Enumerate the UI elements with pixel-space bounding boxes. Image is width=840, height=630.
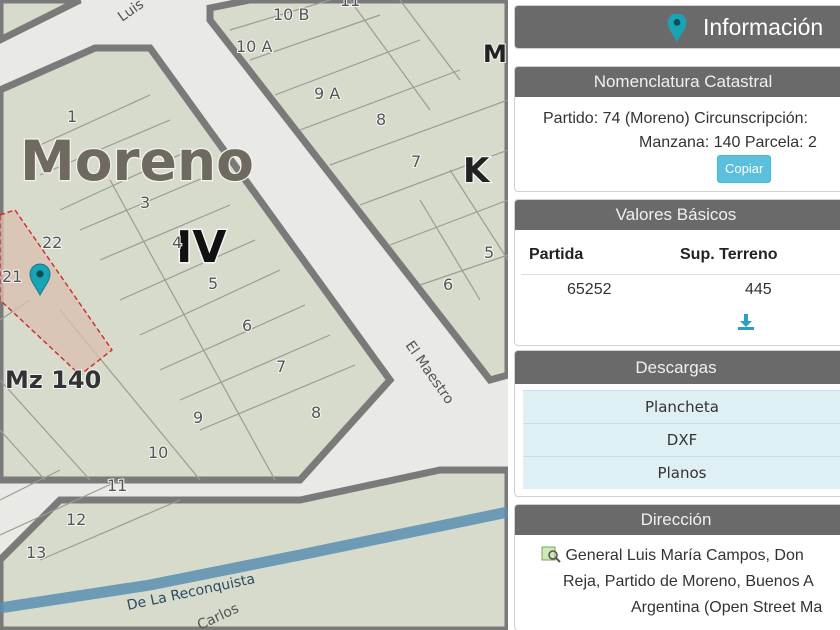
lot-label-nb11: 11 [340,0,360,10]
circunscripcion-label: IV [176,222,226,273]
lot-label-22: 22 [42,233,62,252]
direccion-header: Dirección [515,505,840,535]
lot-label-nb7: 7 [411,152,421,171]
lot-label-7: 7 [276,357,286,376]
map-view[interactable]: Luis El Maestro De La Reconquista Carlos… [0,0,508,630]
download-icon[interactable] [737,313,755,331]
nomenclatura-line-2: Manzana: 140 Parcela: 2 [639,134,817,151]
lot-label-13: 13 [26,543,46,562]
lot-label-10: 10 [148,443,168,462]
col-partida-header: Partida [529,245,584,263]
info-title: Información [703,14,824,40]
cadastral-map[interactable]: Luis El Maestro De La Reconquista Carlos… [0,0,508,630]
lot-label-nb8: 8 [376,110,386,129]
lot-label-6: 6 [242,316,252,335]
lot-label-3: 3 [140,193,150,212]
sup-value: 445 [745,281,772,299]
partida-value: 65252 [567,281,612,299]
map-search-icon [541,546,561,563]
info-header-card: Información [514,5,840,49]
valores-card: Valores Básicos Partida Sup. Terreno 652… [514,199,840,346]
block-k-label: K [463,151,491,191]
lot-label-10b: 10 B [273,5,309,24]
valores-table: Partida Sup. Terreno 65252 445 [521,236,840,306]
info-panel: Información Nomenclatura Catastral Parti… [508,0,840,630]
map-pin-icon [667,14,687,42]
direccion-line-1: General Luis María Campos, Don [565,547,804,564]
direccion-card: Dirección General Luis María Campos, Don… [514,504,840,630]
lot-label-nb6: 6 [443,275,453,294]
lot-label-10a: 10 A [236,37,272,56]
download-planos[interactable]: Planos [523,456,840,489]
nomenclatura-line-1: Partido: 74 (Moreno) Circunscripción: [543,110,808,127]
lot-label-9: 9 [193,408,203,427]
download-plancheta[interactable]: Plancheta [523,390,840,423]
manzana-label: Mz 140 [5,366,101,394]
block-m-label: M [483,40,507,68]
descargas-header: Descargas [515,351,840,384]
lot-label-1: 1 [67,107,77,126]
nomenclatura-header: Nomenclatura Catastral [515,67,840,97]
locality-label: Moreno [20,129,254,193]
lot-label-21: 21 [2,267,22,286]
lot-label-11: 11 [107,476,127,495]
lot-label-8: 8 [311,403,321,422]
nomenclatura-card: Nomenclatura Catastral Partido: 74 (More… [514,66,840,192]
download-dxf[interactable]: DXF [523,423,840,456]
valores-header: Valores Básicos [515,200,840,230]
direccion-line-2: Reja, Partido de Moreno, Buenos A [563,573,814,590]
lot-label-nb5: 5 [484,243,494,262]
lot-label-9a: 9 A [314,84,340,103]
lot-label-12: 12 [66,510,86,529]
descargas-card: Descargas Plancheta DXF Planos [514,350,840,497]
col-sup-header: Sup. Terreno [680,245,778,263]
lot-label-5: 5 [208,274,218,293]
copy-button[interactable]: Copiar [717,155,772,183]
direccion-line-3: Argentina (Open Street Ma [631,599,823,616]
lot-label-4: 4 [172,233,182,252]
info-header: Información [515,6,840,48]
